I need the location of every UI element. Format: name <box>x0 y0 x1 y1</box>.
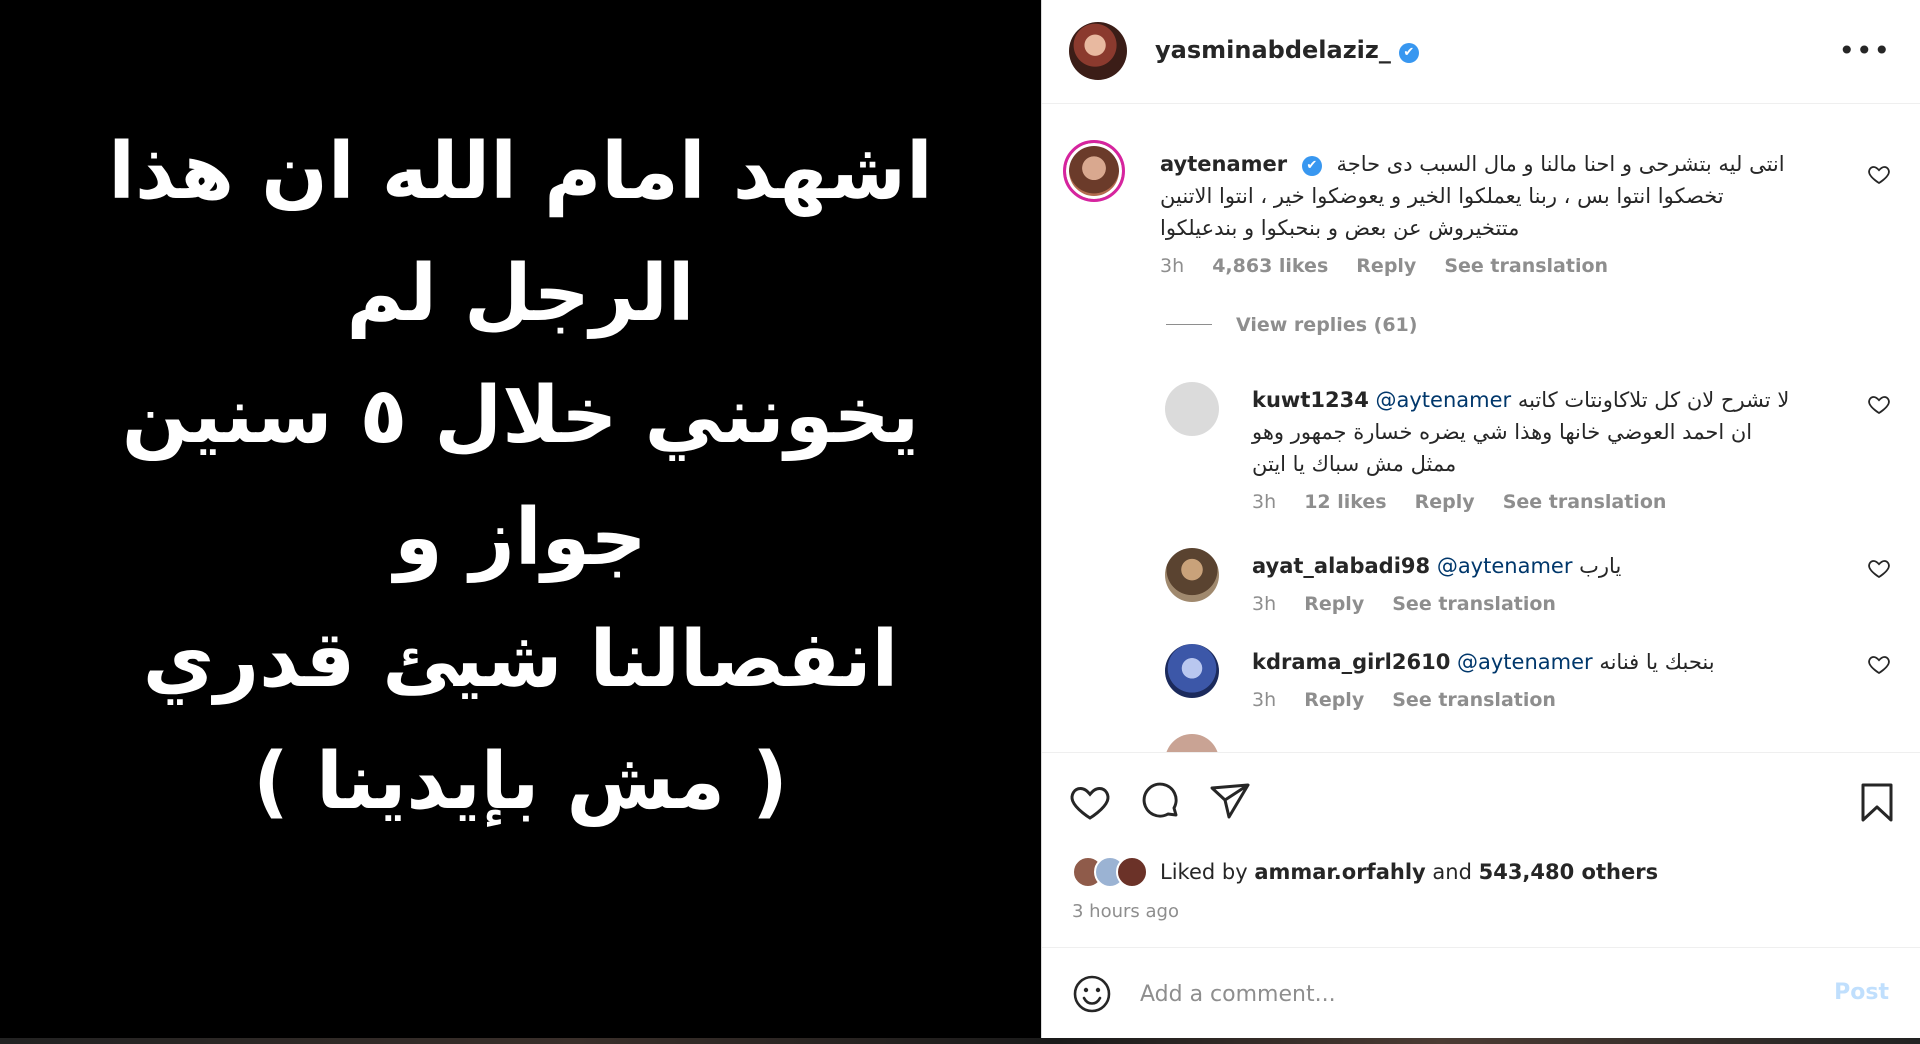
comment-username[interactable]: kuwt1234 <box>1252 388 1369 412</box>
comment-like-heart-icon[interactable] <box>1867 556 1891 580</box>
more-options-icon[interactable]: ••• <box>1838 34 1891 67</box>
comment-like-heart-icon[interactable] <box>1867 392 1891 416</box>
author-username-text[interactable]: yasminabdelaziz_ <box>1155 36 1391 64</box>
verified-icon: ✔ <box>1398 43 1419 63</box>
post-header: yasminabdelaziz_ ✔ ••• <box>1042 0 1920 104</box>
post-image: اشهد امام الله ان هذا الرجل لم يخونني خل… <box>0 0 1041 1044</box>
verified-icon: ✔ <box>1301 156 1322 176</box>
commenter-avatar[interactable] <box>1063 140 1125 202</box>
add-comment-bar: Post <box>1042 947 1920 1038</box>
comment-body: kuwt1234 @aytenamer لا تشرح لان كل تلاكا… <box>1252 384 1852 518</box>
comment-text: تخصكوا انتوا بس ، ربنا يعملكوا الخير و ي… <box>1160 184 1724 208</box>
post-image-line: ( مش بإيدينا ) <box>253 737 788 827</box>
comment-text: بنحبك يا فنانه <box>1599 650 1715 674</box>
comment-mention[interactable]: @aytenamer <box>1437 554 1573 578</box>
comment-time[interactable]: 3h <box>1252 689 1276 711</box>
liked-by-user[interactable]: ammar.orfahly <box>1254 860 1425 884</box>
comment-like-heart-icon[interactable] <box>1867 652 1891 676</box>
view-replies-button[interactable]: View replies (61) <box>1166 314 1417 336</box>
post-comment-button[interactable]: Post <box>1834 980 1889 1005</box>
post-image-line: يخونني خلال ٥ سنين جواز و <box>121 371 920 583</box>
see-translation-button[interactable]: See translation <box>1503 491 1667 513</box>
view-replies-label[interactable]: View replies (61) <box>1236 314 1417 336</box>
comments-list[interactable]: aytenamer ✔ انتى ليه بتشرحى و احنا مالنا… <box>1042 104 1920 752</box>
comment-item: kuwt1234 @aytenamer لا تشرح لان كل تلاكا… <box>1042 374 1920 524</box>
comment-body: ayat_alabadi98 @aytenamer يارب 3h Reply … <box>1252 550 1852 620</box>
comment-text: ان احمد العوضي خانها وهذا شي يضره خسارة … <box>1252 420 1753 444</box>
see-translation-button[interactable]: See translation <box>1392 689 1556 711</box>
post-side-panel: yasminabdelaziz_ ✔ ••• aytenamer ✔ انتى ل… <box>1041 0 1920 1038</box>
comment-time[interactable]: 3h <box>1252 593 1276 615</box>
comment-meta: 3h 4,863 likes Reply See translation <box>1160 250 1840 282</box>
comment-icon[interactable] <box>1138 780 1182 824</box>
comment-time[interactable]: 3h <box>1160 255 1184 277</box>
liked-by-text: Liked by ammar.orfahly and 543,480 other… <box>1160 860 1658 884</box>
liker-avatar[interactable] <box>1116 856 1148 888</box>
comment-like-heart-icon[interactable] <box>1867 162 1891 186</box>
like-heart-icon[interactable] <box>1068 780 1112 824</box>
commenter-avatar[interactable] <box>1165 644 1219 698</box>
comment-likes[interactable]: 4,863 likes <box>1212 255 1328 277</box>
comment-meta: 3h 12 likes Reply See translation <box>1252 486 1852 518</box>
comment-mention[interactable]: @aytenamer <box>1376 388 1512 412</box>
reply-button[interactable]: Reply <box>1356 255 1416 277</box>
bookmark-icon[interactable] <box>1855 780 1899 824</box>
comment-meta: 3h Reply See translation <box>1252 588 1852 620</box>
comment-username[interactable]: kdrama_girl2610 <box>1252 650 1450 674</box>
see-translation-button[interactable]: See translation <box>1444 255 1608 277</box>
post-image-line: انفصالنا شيئ قدري <box>142 615 899 705</box>
comment-text: يارب <box>1579 554 1622 578</box>
comment-likes[interactable]: 12 likes <box>1304 491 1386 513</box>
author-avatar[interactable] <box>1069 22 1127 80</box>
comment-item: aytenamer ✔ انتى ليه بتشرحى و احنا مالنا… <box>1042 104 1920 294</box>
view-replies-line <box>1166 324 1212 325</box>
post-image-line: اشهد امام الله ان هذا الرجل لم <box>108 127 933 339</box>
comment-mention[interactable]: @aytenamer <box>1457 650 1593 674</box>
comment-item: kdrama_girl2610 @aytenamer بنحبك يا فنان… <box>1042 636 1920 726</box>
commenter-avatar[interactable] <box>1165 382 1219 436</box>
comment-text: لا تشرح لان كل تلاكاونتات كاتبه <box>1517 388 1790 412</box>
author-username[interactable]: yasminabdelaziz_ ✔ <box>1155 36 1419 64</box>
liked-by-row: Liked by ammar.orfahly and 543,480 other… <box>1072 852 1658 892</box>
commenter-avatar-partial <box>1165 734 1219 752</box>
emoji-icon[interactable] <box>1072 974 1112 1014</box>
reply-button[interactable]: Reply <box>1304 593 1364 615</box>
liked-by-and: and <box>1432 860 1472 884</box>
comment-text: ممثل مش سباك يا ايتن <box>1252 452 1457 476</box>
comment-time[interactable]: 3h <box>1252 491 1276 513</box>
share-icon[interactable] <box>1208 780 1252 824</box>
liked-by-others[interactable]: 543,480 others <box>1479 860 1658 884</box>
post-action-bar: Liked by ammar.orfahly and 543,480 other… <box>1042 752 1920 947</box>
comment-username[interactable]: aytenamer <box>1160 152 1287 176</box>
comment-username[interactable]: ayat_alabadi98 <box>1252 554 1430 578</box>
see-translation-button[interactable]: See translation <box>1392 593 1556 615</box>
comment-item: ayat_alabadi98 @aytenamer يارب 3h Reply … <box>1042 540 1920 630</box>
comment-input[interactable] <box>1140 972 1780 1016</box>
post-image-text: اشهد امام الله ان هذا الرجل لم يخونني خل… <box>21 111 1021 843</box>
liked-by-prefix: Liked by <box>1160 860 1248 884</box>
background-strip <box>0 1038 1920 1044</box>
comment-text: انتى ليه بتشرحى و احنا مالنا و مال السبب… <box>1336 152 1785 176</box>
comment-text: متتخيروش عن بعض و بنحبكوا و بندعيلكوا <box>1160 216 1520 240</box>
post-timestamp[interactable]: 3 hours ago <box>1072 901 1179 922</box>
commenter-avatar[interactable] <box>1165 548 1219 602</box>
reply-button[interactable]: Reply <box>1304 689 1364 711</box>
comment-body: aytenamer ✔ انتى ليه بتشرحى و احنا مالنا… <box>1160 148 1840 282</box>
comment-body: kdrama_girl2610 @aytenamer بنحبك يا فنان… <box>1252 646 1852 716</box>
comment-meta: 3h Reply See translation <box>1252 684 1852 716</box>
reply-button[interactable]: Reply <box>1415 491 1475 513</box>
